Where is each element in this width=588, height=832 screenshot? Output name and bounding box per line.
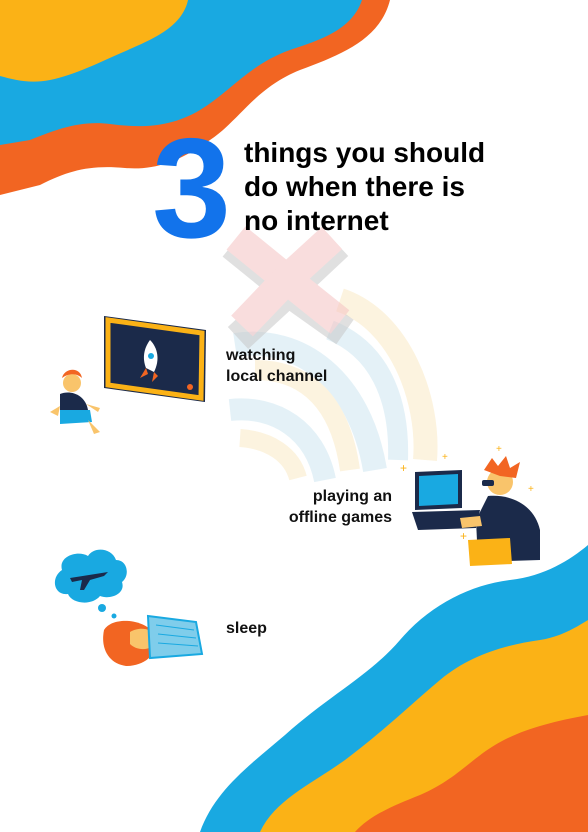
svg-text:+: + bbox=[460, 529, 467, 543]
svg-text:+: + bbox=[528, 484, 534, 495]
headline-line-2: do when there is bbox=[244, 171, 465, 202]
headline-line-3: no internet bbox=[244, 205, 389, 236]
activity-label-line: watching bbox=[226, 347, 296, 364]
activity-label-sleep: sleep bbox=[226, 618, 267, 639]
no-connection-x-icon bbox=[222, 226, 354, 350]
activity-label-line: local channel bbox=[226, 368, 328, 385]
airplane-dream-cloud-icon bbox=[54, 549, 127, 619]
top-wave-decoration: + + + + + bbox=[0, 0, 588, 832]
laptop-gamer-icon: + + + + + bbox=[400, 444, 540, 566]
activity-label-line: sleep bbox=[226, 620, 267, 637]
svg-text:+: + bbox=[496, 444, 502, 455]
activity-label-games: playing an offline games bbox=[277, 486, 392, 528]
headline-number: 3 bbox=[152, 109, 231, 268]
activity-label-watching: watching local channel bbox=[226, 345, 327, 387]
svg-text:+: + bbox=[400, 461, 407, 475]
headline-line-1: things you should bbox=[244, 137, 486, 168]
activity-label-line: playing an bbox=[312, 488, 392, 505]
activity-label-line: offline games bbox=[288, 509, 392, 526]
child-watching-figure bbox=[50, 369, 100, 434]
headline-title: things you should do when there is no in… bbox=[244, 136, 544, 238]
sleeping-cloud-icon bbox=[103, 614, 204, 666]
tv-rocket-icon bbox=[104, 316, 206, 402]
svg-text:+: + bbox=[442, 452, 448, 463]
